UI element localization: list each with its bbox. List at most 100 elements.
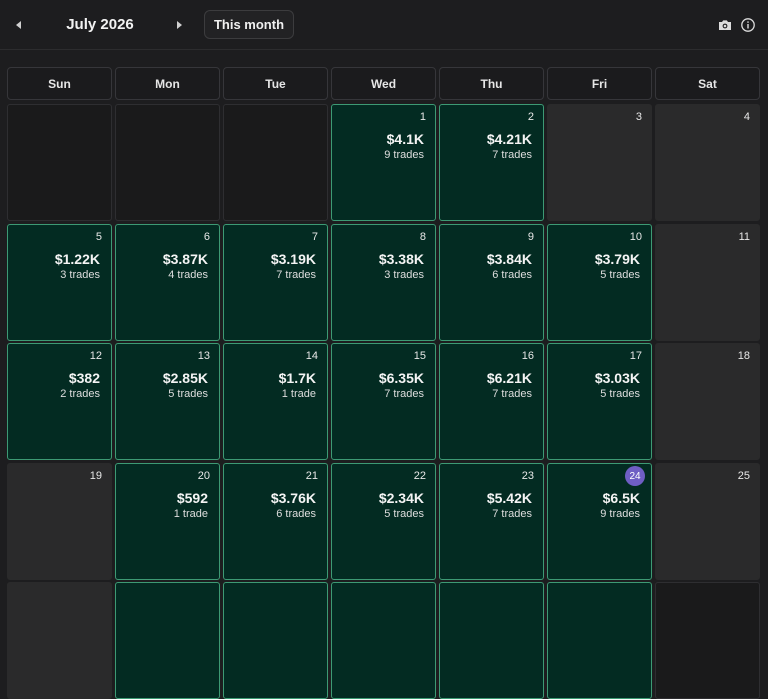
day-pnl: $1.7K [278,370,316,386]
calendar-empty-cell [115,104,220,221]
weekday-header-fri: Fri [547,67,652,100]
previous-month-button[interactable] [10,17,26,33]
calendar-day-cell-profit[interactable]: 9 $3.84K 6 trades [439,224,544,341]
weekday-header-tue: Tue [223,67,328,100]
day-trade-count: 3 trades [60,269,100,281]
calendar-day-cell-profit[interactable]: 24 $6.5K 9 trades [547,463,652,580]
day-number: 6 [203,231,210,243]
month-title: July 2026 [66,16,134,33]
day-pnl: $3.79K [594,251,640,267]
day-number: 16 [521,350,534,362]
calendar-day-cell-profit[interactable] [115,582,220,699]
day-number: 3 [635,111,642,123]
day-number: 12 [89,350,102,362]
calendar-day-cell-profit[interactable]: 22 $2.34K 5 trades [331,463,436,580]
calendar-toolbar: July 2026 This month [0,0,768,50]
day-pnl: $6.21K [486,370,532,386]
calendar-day-cell[interactable]: 19 [7,463,112,580]
day-number: 17 [629,350,642,362]
calendar-day-cell-profit[interactable]: 14 $1.7K 1 trade [223,343,328,460]
day-trade-count: 7 trades [492,388,532,400]
calendar-day-cell[interactable]: 4 [655,104,760,221]
day-number: 21 [305,470,318,482]
calendar-day-cell[interactable]: 18 [655,343,760,460]
calendar-day-cell-profit[interactable]: 12 $382 2 trades [7,343,112,460]
day-trade-count: 5 trades [600,269,640,281]
weekday-header-mon: Mon [115,67,220,100]
calendar-day-cell-profit[interactable] [547,582,652,699]
day-number: 11 [738,231,750,243]
calendar-day-cell-profit[interactable] [439,582,544,699]
day-number: 7 [311,231,318,243]
calendar-day-cell-profit[interactable]: 8 $3.38K 3 trades [331,224,436,341]
calendar-day-cell[interactable] [7,582,112,699]
day-number: 20 [197,470,210,482]
calendar-empty-cell [223,104,328,221]
day-trade-count: 7 trades [276,269,316,281]
calendar-day-cell-profit[interactable]: 17 $3.03K 5 trades [547,343,652,460]
calendar-day-cell[interactable]: 11 [655,224,760,341]
day-pnl: $382 [68,370,100,386]
day-number: 8 [419,231,426,243]
day-trade-count: 5 trades [384,508,424,520]
day-number: 4 [743,111,750,123]
camera-icon[interactable] [717,17,733,33]
day-trade-count: 4 trades [168,269,208,281]
day-number: 22 [413,470,426,482]
day-pnl: $2.34K [378,490,424,506]
calendar-day-cell-profit[interactable]: 13 $2.85K 5 trades [115,343,220,460]
calendar-day-cell-profit[interactable]: 15 $6.35K 7 trades [331,343,436,460]
this-month-button[interactable]: This month [204,10,294,39]
day-trade-count: 5 trades [600,388,640,400]
calendar-day-cell[interactable]: 25 [655,463,760,580]
day-pnl: $2.85K [162,370,208,386]
day-trade-count: 6 trades [492,269,532,281]
calendar-day-cell-profit[interactable]: 20 $592 1 trade [115,463,220,580]
day-number: 14 [305,350,318,362]
day-number: 18 [737,350,750,362]
weekday-header-thu: Thu [439,67,544,100]
day-number: 10 [629,231,642,243]
day-pnl: $5.42K [486,490,532,506]
day-trade-count: 9 trades [384,149,424,161]
calendar-empty-cell [7,104,112,221]
chevron-right-icon [176,21,182,29]
calendar-day-cell-profit[interactable]: 7 $3.19K 7 trades [223,224,328,341]
calendar-day-cell-profit[interactable]: 1 $4.1K 9 trades [331,104,436,221]
calendar-day-cell-profit[interactable] [331,582,436,699]
weekday-header-sat: Sat [655,67,760,100]
day-pnl: $3.19K [270,251,316,267]
calendar-day-cell-profit[interactable]: 23 $5.42K 7 trades [439,463,544,580]
day-number: 25 [737,470,750,482]
day-trade-count: 9 trades [600,508,640,520]
weekday-header-wed: Wed [331,67,436,100]
day-pnl: $6.5K [602,490,640,506]
calendar-day-cell-profit[interactable]: 2 $4.21K 7 trades [439,104,544,221]
calendar-day-cell-profit[interactable]: 10 $3.79K 5 trades [547,224,652,341]
day-trade-count: 7 trades [384,388,424,400]
calendar-day-cell-profit[interactable] [223,582,328,699]
day-pnl: $1.22K [54,251,100,267]
day-pnl: $3.87K [162,251,208,267]
day-number: 1 [419,111,426,123]
next-month-button[interactable] [171,17,187,33]
day-number: 19 [89,470,102,482]
day-pnl: $3.84K [486,251,532,267]
info-icon[interactable] [740,17,756,33]
day-number: 23 [521,470,534,482]
day-trade-count: 1 trade [281,388,316,400]
calendar-day-cell[interactable]: 3 [547,104,652,221]
calendar-day-cell-profit[interactable]: 21 $3.76K 6 trades [223,463,328,580]
calendar-day-cell-profit[interactable]: 6 $3.87K 4 trades [115,224,220,341]
day-number: 13 [197,350,210,362]
calendar-day-cell-profit[interactable]: 16 $6.21K 7 trades [439,343,544,460]
today-badge: 24 [625,466,645,486]
calendar-empty-cell [655,582,760,699]
day-pnl: $3.76K [270,490,316,506]
day-pnl: $3.38K [378,251,424,267]
day-trade-count: 2 trades [60,388,100,400]
day-pnl: $4.1K [386,131,424,147]
calendar-day-cell-profit[interactable]: 5 $1.22K 3 trades [7,224,112,341]
day-trade-count: 5 trades [168,388,208,400]
day-trade-count: 6 trades [276,508,316,520]
